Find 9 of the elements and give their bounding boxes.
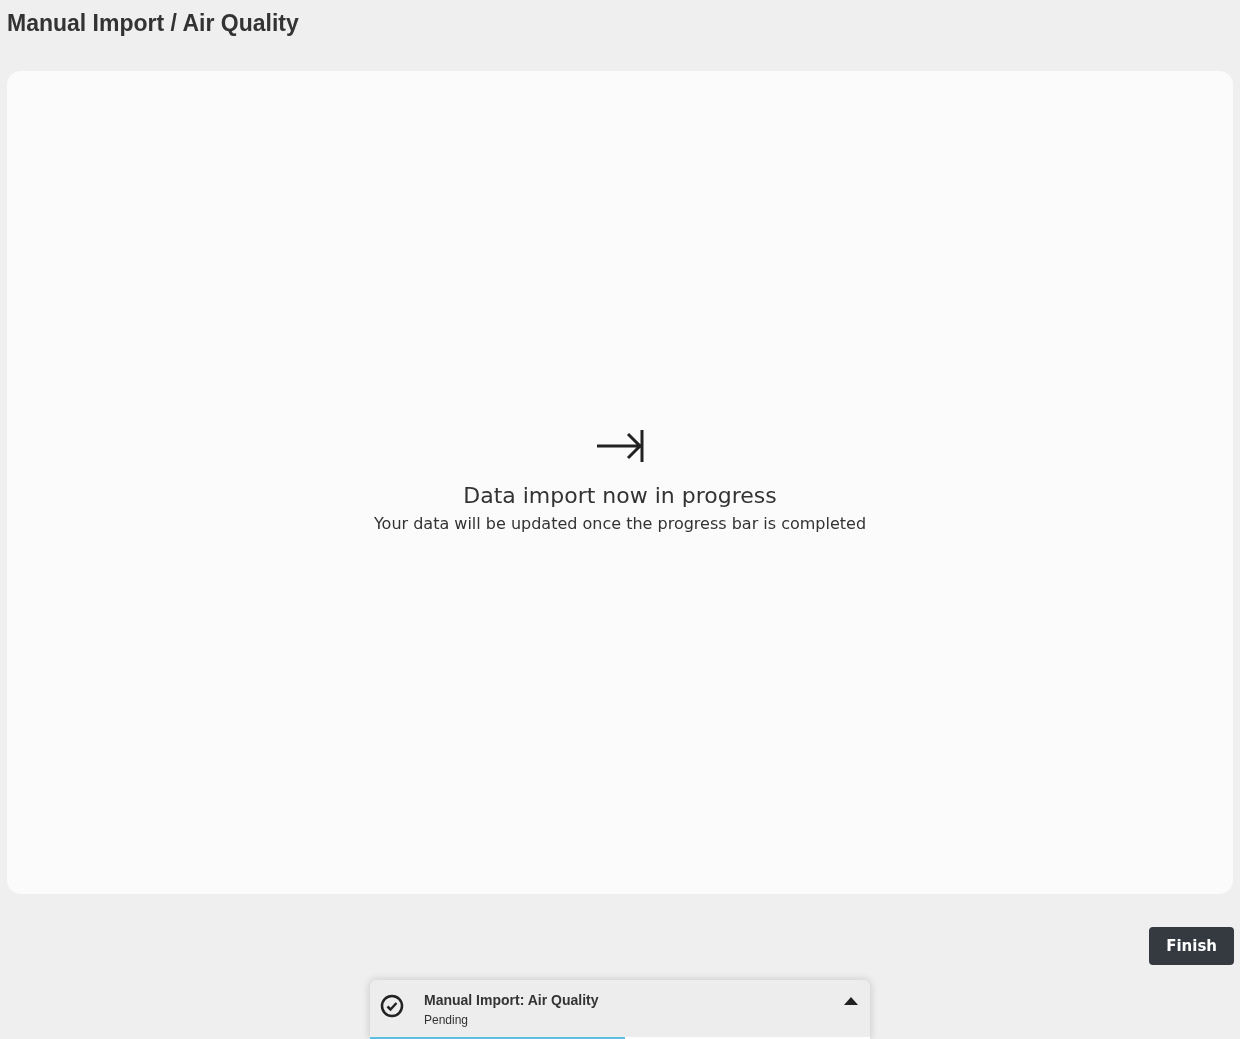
arrow-to-bar-icon [596,428,644,463]
notification-status: Pending [424,1012,470,1030]
status-message: Your data will be updated once the progress bar is completed [373,512,867,535]
notification-title: Manual Import: Air Quality [424,991,600,1011]
caret-icon[interactable] [844,996,858,1006]
finish-button[interactable]: Finish [1149,926,1234,966]
status-heading: Data import now in progress [463,481,777,510]
page-title: Manual Import / Air Quality [7,10,300,38]
check-circle-icon [380,994,404,1019]
